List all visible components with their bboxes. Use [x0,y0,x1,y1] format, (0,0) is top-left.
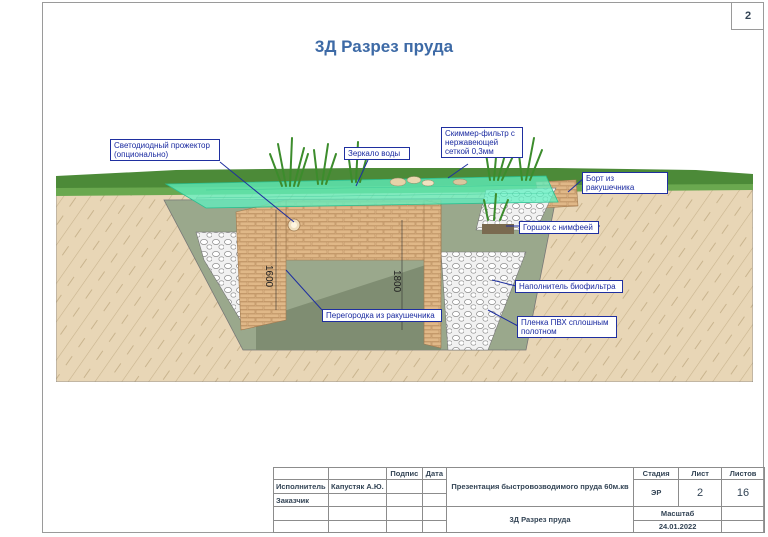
callout-film: Пленка ПВХ сплошным полотном [517,316,617,338]
drawing-date: 24.01.2022 [633,519,722,534]
sheet-title: 3Д Разрез пруда [445,505,635,534]
project-name: Презентация быстровозводимого пруда 60м.… [445,467,635,507]
page-number: 2 [731,2,764,30]
scale-label: Масштаб [633,505,722,521]
executor-name: Капустяк А.Ю. [327,479,387,495]
header-sheets: Листов [721,466,765,481]
callout-border: Борт из ракушечника [582,172,668,194]
page-title: 3Д Разрез пруда [314,37,454,56]
title-block: Подпис Дата Презентация быстровозводимог… [273,466,765,534]
callout-pot: Горшок с нимфеей [519,221,599,234]
callout-filler: Наполнитель биофильтра [515,280,623,293]
callout-partition: Перегородка из ракушечника [322,309,442,322]
callout-led: Светодиодный прожектор (опционально) [110,139,220,161]
dimension-center: 1800 [391,270,402,293]
callout-mirror: Зеркало воды [344,147,410,160]
pond-section-illustration: 1600 1800 [56,133,753,382]
customer-label: Заказчик [273,493,329,507]
dimension-left: 1600 [263,265,274,288]
sheet-value: 2 [678,479,722,507]
stage-value: ЭР [633,479,680,507]
header-sheet: Лист [678,466,722,481]
sheets-value: 16 [721,479,765,507]
header-stage: Стадия [633,466,680,481]
header-date: Дата [421,466,447,481]
header-signature: Подпис [385,466,423,481]
callout-skimmer: Скиммер-фильтр с нержавеющей сеткой 0,3м… [441,127,523,158]
executor-label: Исполнитель [273,479,329,495]
